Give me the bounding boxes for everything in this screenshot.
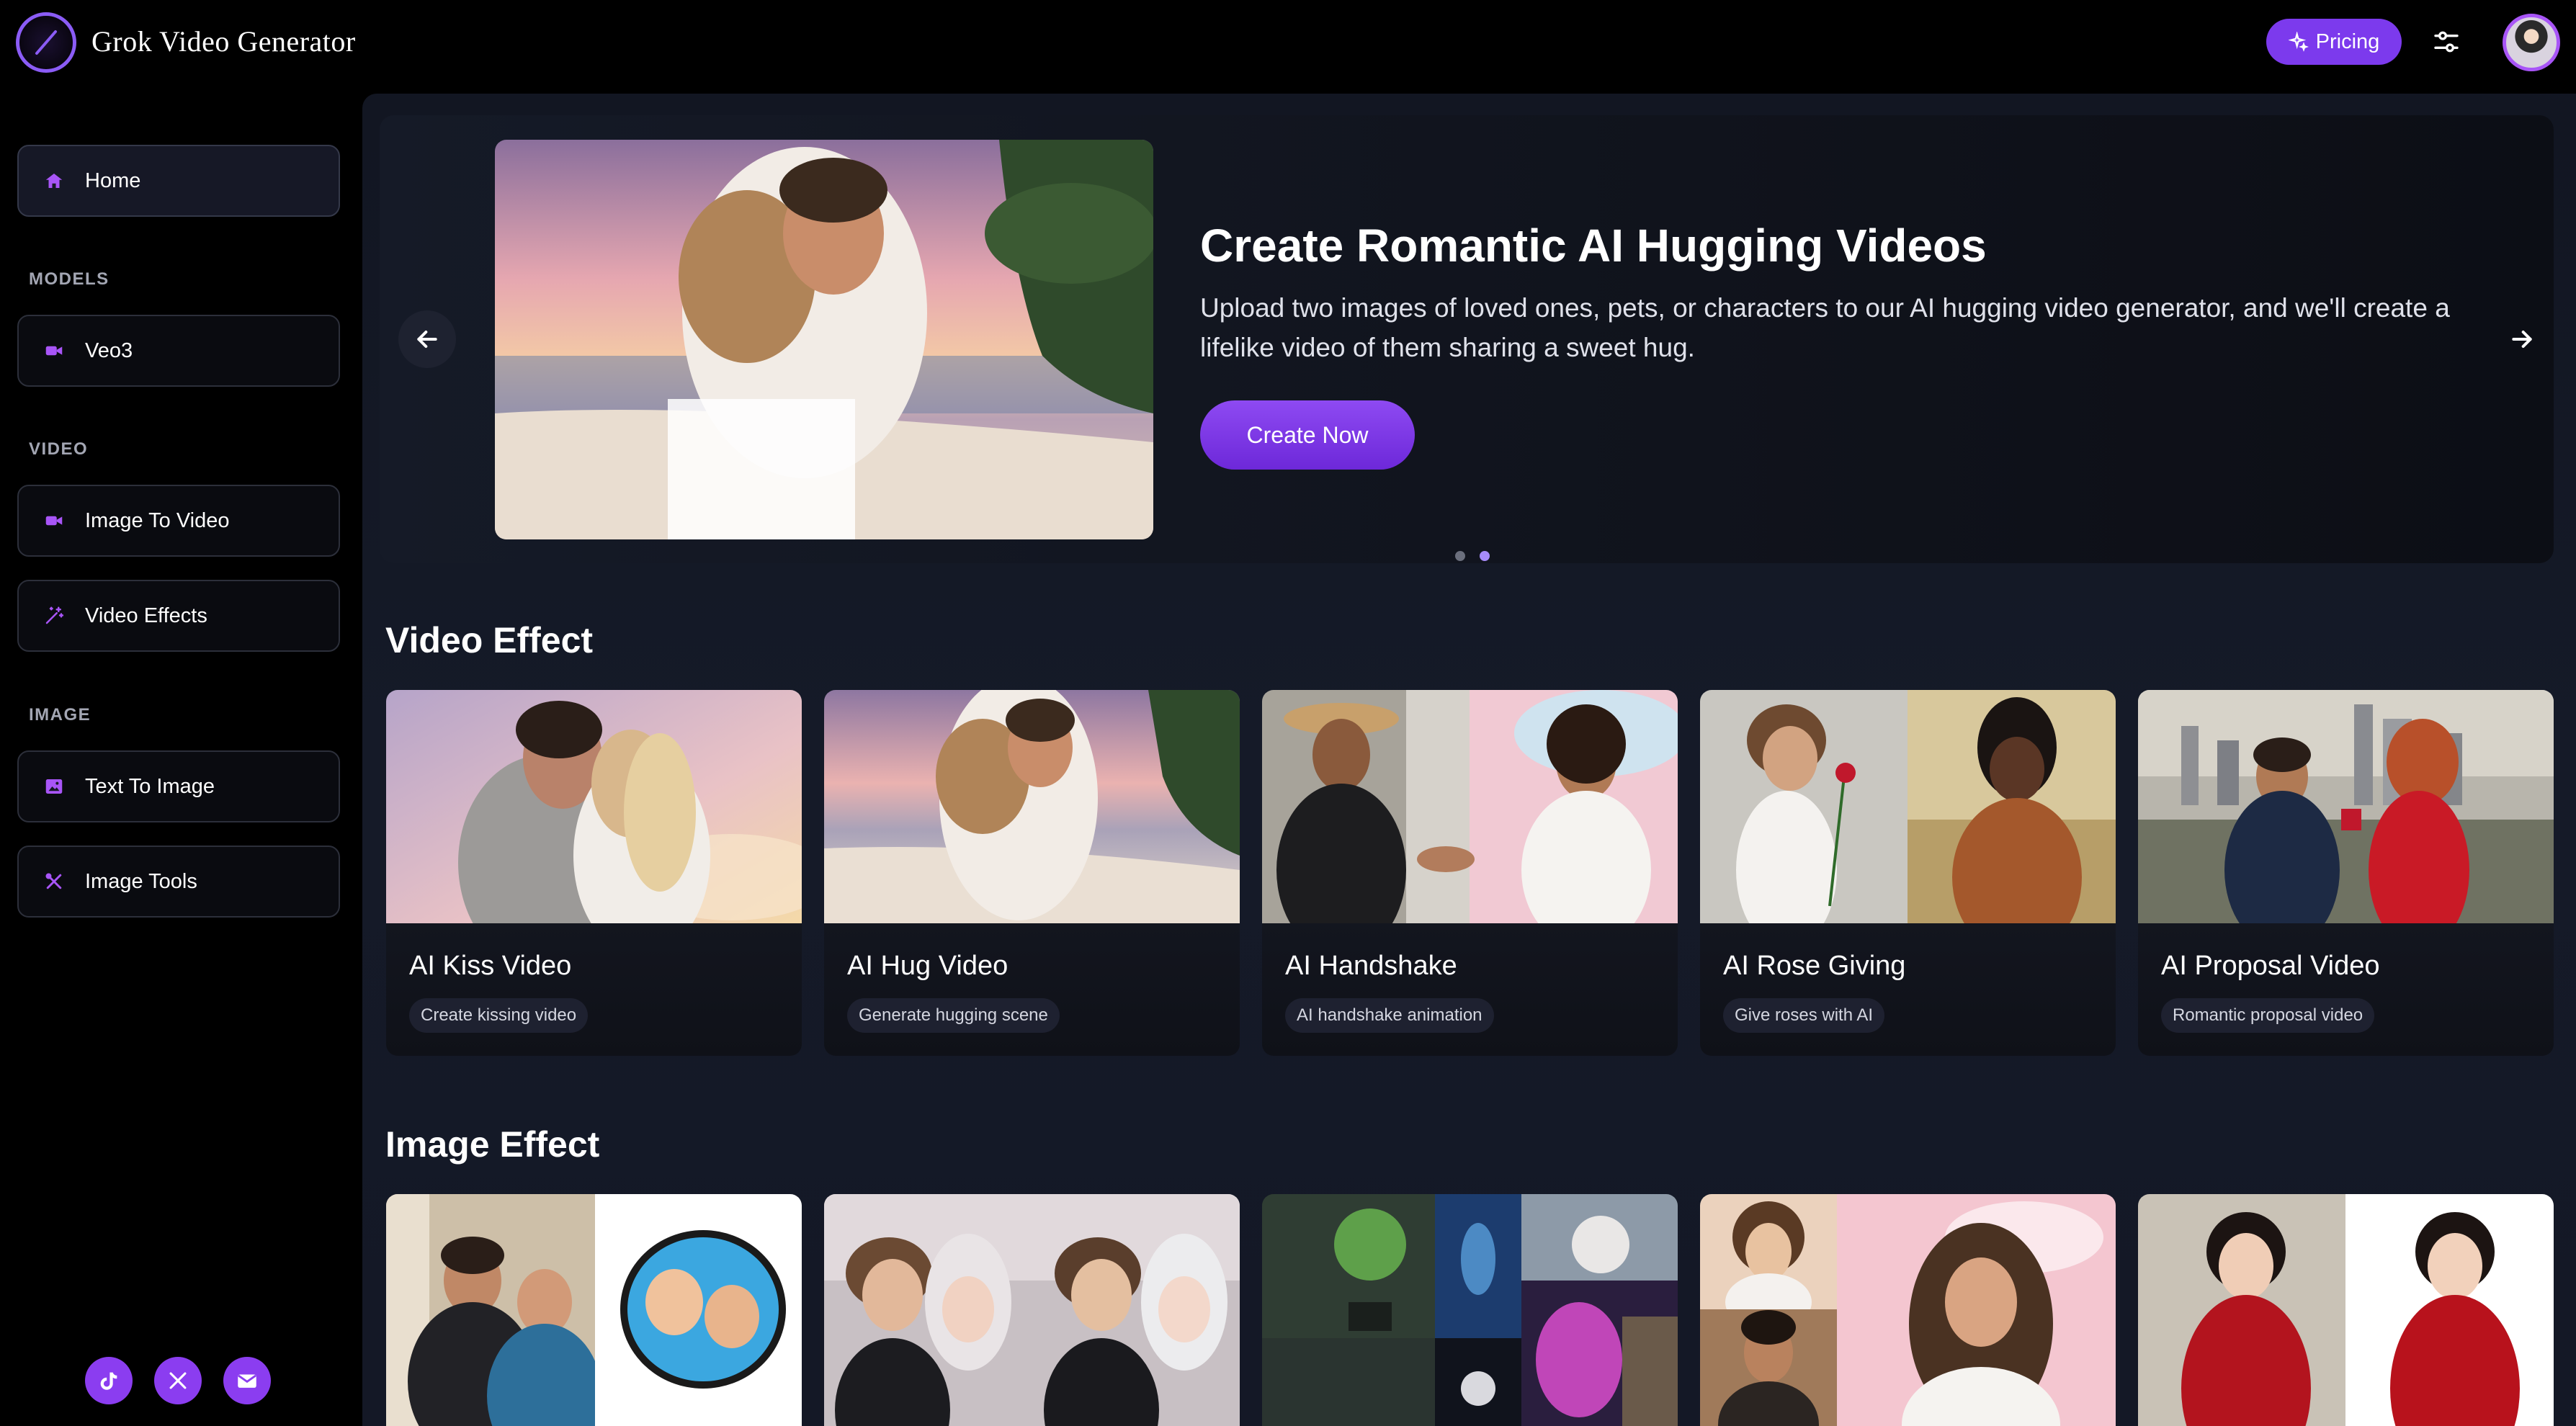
- hero-carousel: Create Romantic AI Hugging Videos Upload…: [380, 115, 2554, 563]
- card-image: [824, 690, 1240, 923]
- x-icon[interactable]: [154, 1357, 202, 1404]
- image-effect-card-collage[interactable]: [1262, 1194, 1678, 1426]
- hero-title: Create Romantic AI Hugging Videos: [1200, 220, 1987, 272]
- sliders-icon[interactable]: [2428, 23, 2465, 60]
- video-effect-card-kiss[interactable]: AI Kiss Video Create kissing video: [386, 690, 802, 1056]
- app-title[interactable]: Grok Video Generator: [91, 24, 356, 58]
- image-effect-card-outfit[interactable]: [2138, 1194, 2554, 1426]
- tiktok-icon[interactable]: [85, 1357, 133, 1404]
- video-effect-card-proposal[interactable]: AI Proposal Video Romantic proposal vide…: [2138, 690, 2554, 1056]
- card-tag: AI handshake animation: [1285, 998, 1494, 1033]
- card-title: AI Rose Giving: [1723, 951, 1906, 981]
- image-icon: [45, 779, 63, 794]
- sidebar-item-veo3[interactable]: Veo3: [17, 315, 340, 387]
- video-effect-card-handshake[interactable]: AI Handshake AI handshake animation: [1262, 690, 1678, 1056]
- section-label-video: VIDEO: [29, 439, 89, 459]
- card-tag: Generate hugging scene: [847, 998, 1060, 1033]
- magic-wand-icon: [45, 606, 64, 624]
- main-content: Create Romantic AI Hugging Videos Upload…: [362, 94, 2576, 1426]
- card-image: [1700, 690, 2116, 923]
- card-tag: Create kissing video: [409, 998, 589, 1033]
- sidebar-item-label: Video Effects: [85, 604, 207, 627]
- create-now-button[interactable]: Create Now: [1200, 400, 1415, 470]
- carousel-prev-arrow-icon[interactable]: [398, 310, 456, 368]
- video-effect-card-rose[interactable]: AI Rose Giving Give roses with AI: [1700, 690, 2116, 1056]
- hero-image-hug: [495, 140, 1153, 539]
- card-tag: Give roses with AI: [1723, 998, 1885, 1033]
- carousel-dot-1[interactable]: [1455, 551, 1465, 561]
- card-title: AI Hug Video: [847, 951, 1009, 981]
- mail-icon[interactable]: [223, 1357, 271, 1404]
- card-image: [386, 690, 802, 923]
- sidebar: Home MODELS Veo3 VIDEO Image To Video Vi…: [0, 94, 362, 1426]
- video-camera-icon: [45, 346, 63, 356]
- sidebar-item-image-to-video[interactable]: Image To Video: [17, 485, 340, 557]
- pricing-button[interactable]: Pricing: [2266, 19, 2402, 65]
- pricing-label: Pricing: [2315, 30, 2380, 53]
- logo-icon[interactable]: [16, 12, 76, 73]
- top-bar: Grok Video Generator Pricing: [0, 0, 2576, 94]
- card-title: AI Handshake: [1285, 951, 1457, 981]
- hero-description: Upload two images of loved ones, pets, o…: [1200, 293, 2450, 362]
- card-image: [2138, 690, 2554, 923]
- sidebar-item-label: Image To Video: [85, 508, 230, 532]
- card-tag: Romantic proposal video: [2161, 998, 2375, 1033]
- image-effect-card-anime[interactable]: [824, 1194, 1240, 1426]
- sparkle-icon: [2288, 32, 2309, 52]
- carousel-dot-2-active[interactable]: [1480, 551, 1490, 561]
- section-label-image: IMAGE: [29, 705, 91, 725]
- carousel-next-arrow-icon[interactable]: [2493, 310, 2551, 368]
- home-icon: [45, 174, 63, 188]
- sidebar-item-home[interactable]: Home: [17, 145, 340, 217]
- card-title: AI Kiss Video: [409, 951, 572, 981]
- video-camera-icon: [45, 516, 63, 526]
- sidebar-item-label: Veo3: [85, 338, 133, 362]
- image-effect-card-sticker[interactable]: [386, 1194, 802, 1426]
- sidebar-item-video-effects[interactable]: Video Effects: [17, 580, 340, 652]
- tools-icon: [45, 873, 62, 889]
- sidebar-item-text-to-image[interactable]: Text To Image: [17, 750, 340, 822]
- section-title-video-effect: Video Effect: [385, 620, 594, 660]
- video-effect-card-hug[interactable]: AI Hug Video Generate hugging scene: [824, 690, 1240, 1056]
- section-label-models: MODELS: [29, 269, 109, 289]
- sidebar-item-label: Home: [85, 169, 141, 192]
- image-effect-card-gender-swap[interactable]: [1700, 1194, 2116, 1426]
- section-title-image-effect: Image Effect: [385, 1124, 600, 1165]
- user-avatar[interactable]: [2503, 14, 2560, 71]
- sidebar-item-label: Text To Image: [85, 774, 215, 798]
- card-image: [1262, 690, 1678, 923]
- sidebar-item-label: Image Tools: [85, 869, 197, 893]
- card-title: AI Proposal Video: [2161, 951, 2380, 981]
- sidebar-item-image-tools[interactable]: Image Tools: [17, 846, 340, 918]
